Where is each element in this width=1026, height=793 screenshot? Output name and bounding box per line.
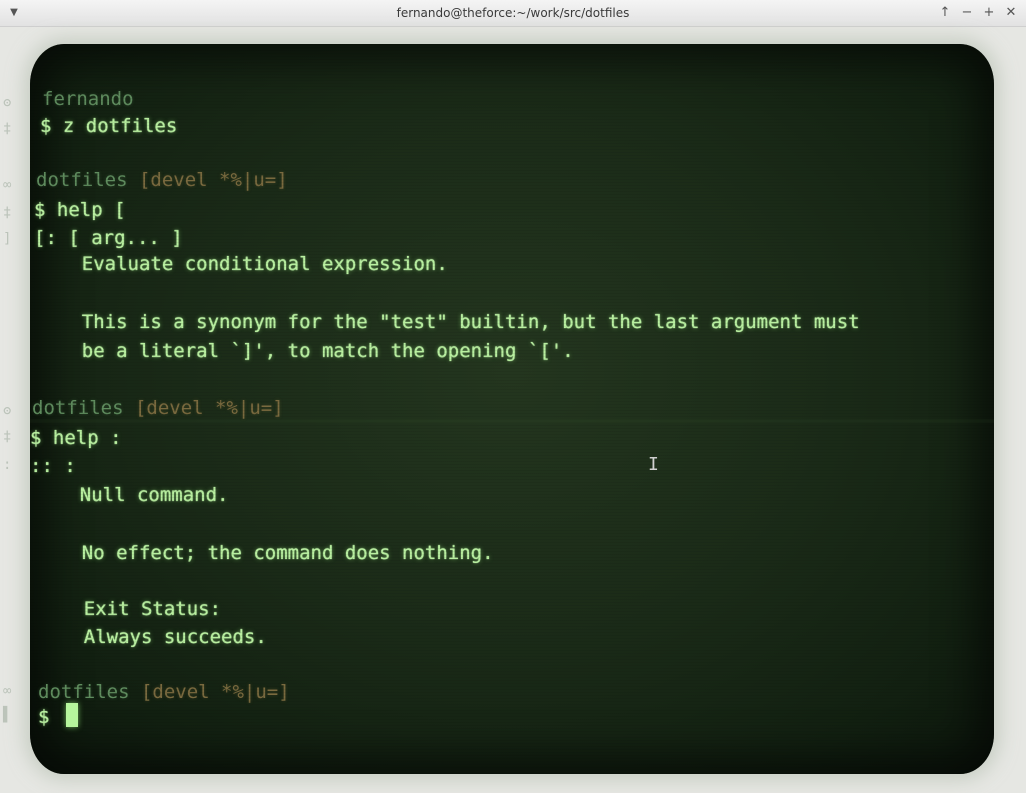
terminal-screen[interactable]: fernando $ z dotfiles dotfiles [devel *%… [30,44,994,774]
keep-above-button[interactable]: ↑ [936,4,954,22]
prompt-line: dotfiles [devel *%|u=] [36,168,288,192]
terminal-line-output: Null command. [34,484,229,506]
prompt-dir: dotfiles [38,681,130,703]
terminal-line-command: $ z dotfiles [40,115,178,137]
prompt-branch: [devel *%|u=] [134,397,284,419]
mouse-ibeam-icon: I [648,454,659,475]
terminal-line-output: [: [ arg... ] [34,227,183,249]
prompt-branch: [devel *%|u=] [140,681,290,703]
prompt-branch: [devel *%|u=] [138,169,288,191]
prompt-line: dotfiles [devel *%|u=] [32,396,284,420]
terminal-line-output: Evaluate conditional expression. [36,253,448,275]
maximize-button[interactable]: + [980,4,998,22]
prompt-dir: dotfiles [32,397,124,419]
prompt-line: dotfiles [devel *%|u=] [38,680,290,704]
prompt-dir: dotfiles [36,169,128,191]
terminal-input-prompt[interactable]: $ [38,705,61,729]
terminal-line-command: $ help [ [34,199,126,221]
terminal-line-output: No effect; the command does nothing. [36,542,494,564]
window-title: fernando@theforce:~/work/src/dotfiles [396,6,630,20]
terminal-line-output: :: : [30,455,76,477]
terminal-line-command: $ help : [30,427,122,449]
terminal-line-output: be a literal `]', to match the opening `… [36,340,574,362]
terminal-line-output: Always succeeds. [38,626,267,648]
terminal-line-user: fernando [42,88,134,110]
text-cursor [66,703,78,727]
window-titlebar[interactable]: ▼ fernando@theforce:~/work/src/dotfiles … [0,0,1026,27]
terminal-ghost-gutter: ʘ ‡ ∞ ‡ ] ʘ ‡ : ∞ ▌ [3,95,12,723]
minimize-button[interactable]: − [958,4,976,22]
terminal-line-output: This is a synonym for the "test" builtin… [36,311,860,333]
terminal-line-output: Exit Status: [38,598,222,620]
close-button[interactable]: ✕ [1002,4,1020,22]
